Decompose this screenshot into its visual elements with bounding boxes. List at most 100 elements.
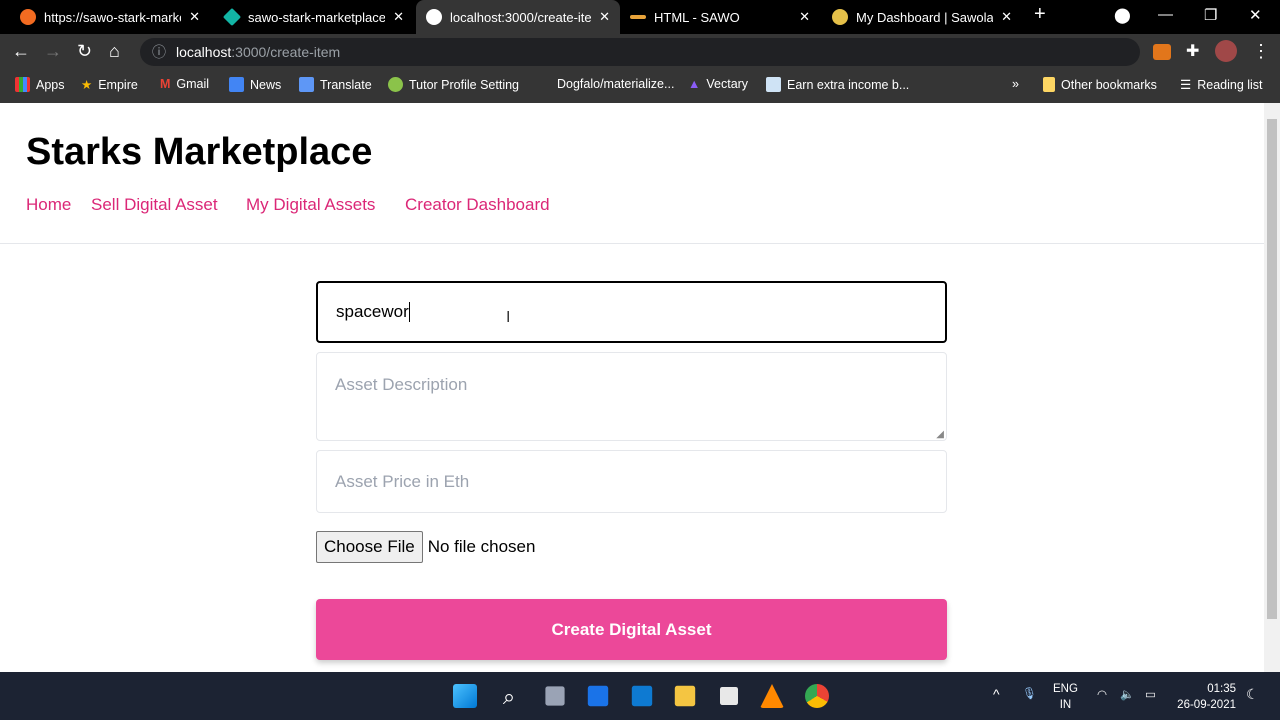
tab-title: https://sawo-stark-market: [44, 9, 182, 25]
description-placeholder: Asset Description: [335, 375, 468, 394]
create-digital-asset-button[interactable]: Create Digital Asset: [316, 599, 947, 660]
close-window-icon[interactable]: ✕: [1249, 6, 1262, 24]
bookmark-apps[interactable]: Apps: [15, 77, 65, 92]
tab-search-icon[interactable]: ⬤: [1114, 6, 1131, 24]
close-tab-icon[interactable]: ✕: [599, 9, 610, 25]
bookmark-label: Earn extra income b...: [787, 77, 910, 92]
star-icon: ★: [81, 78, 93, 92]
asset-description-textarea[interactable]: Asset Description ◢: [316, 352, 947, 441]
home-icon[interactable]: ⌂: [109, 41, 120, 62]
browser-tab-4[interactable]: HTML - SAWO ✕: [620, 0, 820, 34]
apps-grid-icon: [15, 77, 30, 92]
text-cursor: [408, 302, 410, 322]
tray-overflow-icon[interactable]: ^: [993, 686, 1000, 702]
bookmark-label: Dogfalo/materialize...: [557, 77, 675, 91]
bookmark-vectary[interactable]: ▲ Vectary: [688, 77, 748, 91]
clock[interactable]: 01:35 26-09-2021: [1176, 681, 1236, 713]
forward-icon[interactable]: →: [44, 41, 62, 62]
task-view-icon[interactable]: [545, 686, 565, 706]
minimize-icon[interactable]: —: [1158, 6, 1173, 23]
tab-title: HTML - SAWO: [654, 9, 740, 25]
profile-avatar[interactable]: [1215, 40, 1237, 62]
bookmark-label: News: [250, 77, 282, 92]
search-icon[interactable]: ⌕: [497, 684, 521, 709]
metamask-extension-icon[interactable]: [1153, 44, 1171, 60]
close-tab-icon[interactable]: ✕: [1001, 9, 1012, 25]
page-content: Starks Marketplace Home Sell Digital Ass…: [0, 103, 1264, 672]
asset-price-input[interactable]: Asset Price in Eth: [316, 450, 947, 513]
browser-tab-5[interactable]: My Dashboard | Sawolabs ✕: [822, 0, 1022, 34]
browser-tab-2[interactable]: sawo-stark-marketplace | ✕: [214, 0, 414, 34]
nav-sell-digital-asset[interactable]: Sell Digital Asset: [91, 195, 218, 215]
bookmark-label: Reading list: [1197, 77, 1263, 92]
microphone-icon[interactable]: 🎙: [1022, 686, 1037, 702]
bookmark-news[interactable]: News: [229, 77, 281, 92]
date-label: 26-09-2021: [1177, 699, 1236, 711]
tab-title: sawo-stark-marketplace |: [248, 9, 386, 25]
nav-creator-dashboard[interactable]: Creator Dashboard: [405, 195, 550, 215]
back-icon[interactable]: ←: [12, 41, 30, 62]
widgets-icon[interactable]: [587, 685, 609, 707]
site-info-icon[interactable]: ⓘ: [152, 42, 166, 62]
focus-assist-moon-icon[interactable]: ☾: [1246, 686, 1259, 702]
tab-title: localhost:3000/create-item: [450, 9, 592, 25]
scrollbar-thumb[interactable]: [1267, 119, 1277, 619]
reload-icon[interactable]: ↻: [77, 41, 92, 62]
reading-list[interactable]: ☰ Reading list: [1180, 77, 1263, 93]
choose-file-button[interactable]: Choose File: [316, 531, 423, 563]
other-bookmarks[interactable]: Other bookmarks: [1043, 77, 1157, 92]
bookmark-gmail[interactable]: M Gmail: [160, 77, 209, 91]
bookmark-translate[interactable]: Translate: [299, 77, 372, 92]
bookmark-empire[interactable]: ★ Empire: [81, 77, 138, 93]
extensions-puzzle-icon[interactable]: ✚: [1186, 41, 1199, 61]
tab-favicon-icon: [832, 9, 848, 25]
close-tab-icon[interactable]: ✕: [393, 9, 404, 25]
chevron-double-icon: »: [1012, 77, 1019, 91]
bookmarks-bar: Apps ★ Empire M Gmail News Translate Tutor…: [0, 68, 1280, 103]
url-path: :3000/create-item: [231, 44, 341, 60]
news-icon: [229, 77, 244, 92]
wifi-icon[interactable]: ◠: [1097, 687, 1107, 703]
vscode-icon[interactable]: [631, 685, 653, 707]
translate-icon: [299, 77, 314, 92]
close-tab-icon[interactable]: ✕: [799, 9, 810, 25]
page-scrollbar[interactable]: [1264, 103, 1280, 672]
nav-home[interactable]: Home: [26, 195, 71, 215]
tab-favicon-icon: [630, 15, 646, 19]
vectary-icon: ▲: [688, 77, 701, 91]
tab-strip: https://sawo-stark-market ✕ sawo-stark-ma…: [0, 0, 1280, 34]
browser-tab-3-active[interactable]: localhost:3000/create-item ✕: [416, 0, 620, 34]
start-icon[interactable]: [453, 684, 477, 708]
address-bar[interactable]: ⓘ localhost:3000/create-item: [140, 38, 1140, 66]
file-explorer-icon[interactable]: [674, 685, 696, 707]
new-tab-button[interactable]: +: [1034, 3, 1046, 26]
bookmark-label: Tutor Profile Setting: [409, 77, 520, 92]
tab-title: My Dashboard | Sawolabs: [856, 9, 994, 25]
asset-name-input[interactable]: spacewor I: [316, 281, 947, 343]
bookmark-earn[interactable]: Earn extra income b...: [766, 77, 909, 92]
bookmark-label: Other bookmarks: [1061, 77, 1157, 92]
language-indicator[interactable]: ENG IN: [1053, 681, 1078, 713]
app-icon[interactable]: [720, 687, 738, 705]
resize-handle-icon[interactable]: ◢: [936, 429, 944, 440]
nav-my-digital-assets[interactable]: My Digital Assets: [246, 195, 375, 215]
site-title: Starks Marketplace: [26, 131, 373, 173]
browser-tab-1[interactable]: https://sawo-stark-market ✕: [10, 0, 210, 34]
header-divider: [0, 243, 1264, 244]
menu-kebab-icon[interactable]: ⋮: [1252, 41, 1270, 62]
lang-label: ENG: [1053, 683, 1078, 695]
asset-name-value: spacewor: [336, 302, 409, 321]
leaf-icon: [388, 77, 403, 92]
url-host: localhost: [176, 44, 232, 60]
close-tab-icon[interactable]: ✕: [189, 9, 200, 25]
volume-icon[interactable]: 🔈: [1120, 687, 1134, 703]
battery-icon[interactable]: ▭: [1145, 687, 1156, 703]
restore-icon[interactable]: ❐: [1204, 6, 1217, 24]
bookmark-materialize[interactable]: Dogfalo/materialize...: [557, 77, 674, 91]
price-placeholder: Asset Price in Eth: [335, 471, 470, 491]
bookmark-tutor[interactable]: Tutor Profile Setting: [388, 77, 519, 92]
vlc-icon[interactable]: [760, 684, 784, 708]
more-bookmarks[interactable]: »: [1012, 77, 1019, 91]
chrome-icon[interactable]: [805, 684, 829, 708]
image-icon: [766, 77, 781, 92]
